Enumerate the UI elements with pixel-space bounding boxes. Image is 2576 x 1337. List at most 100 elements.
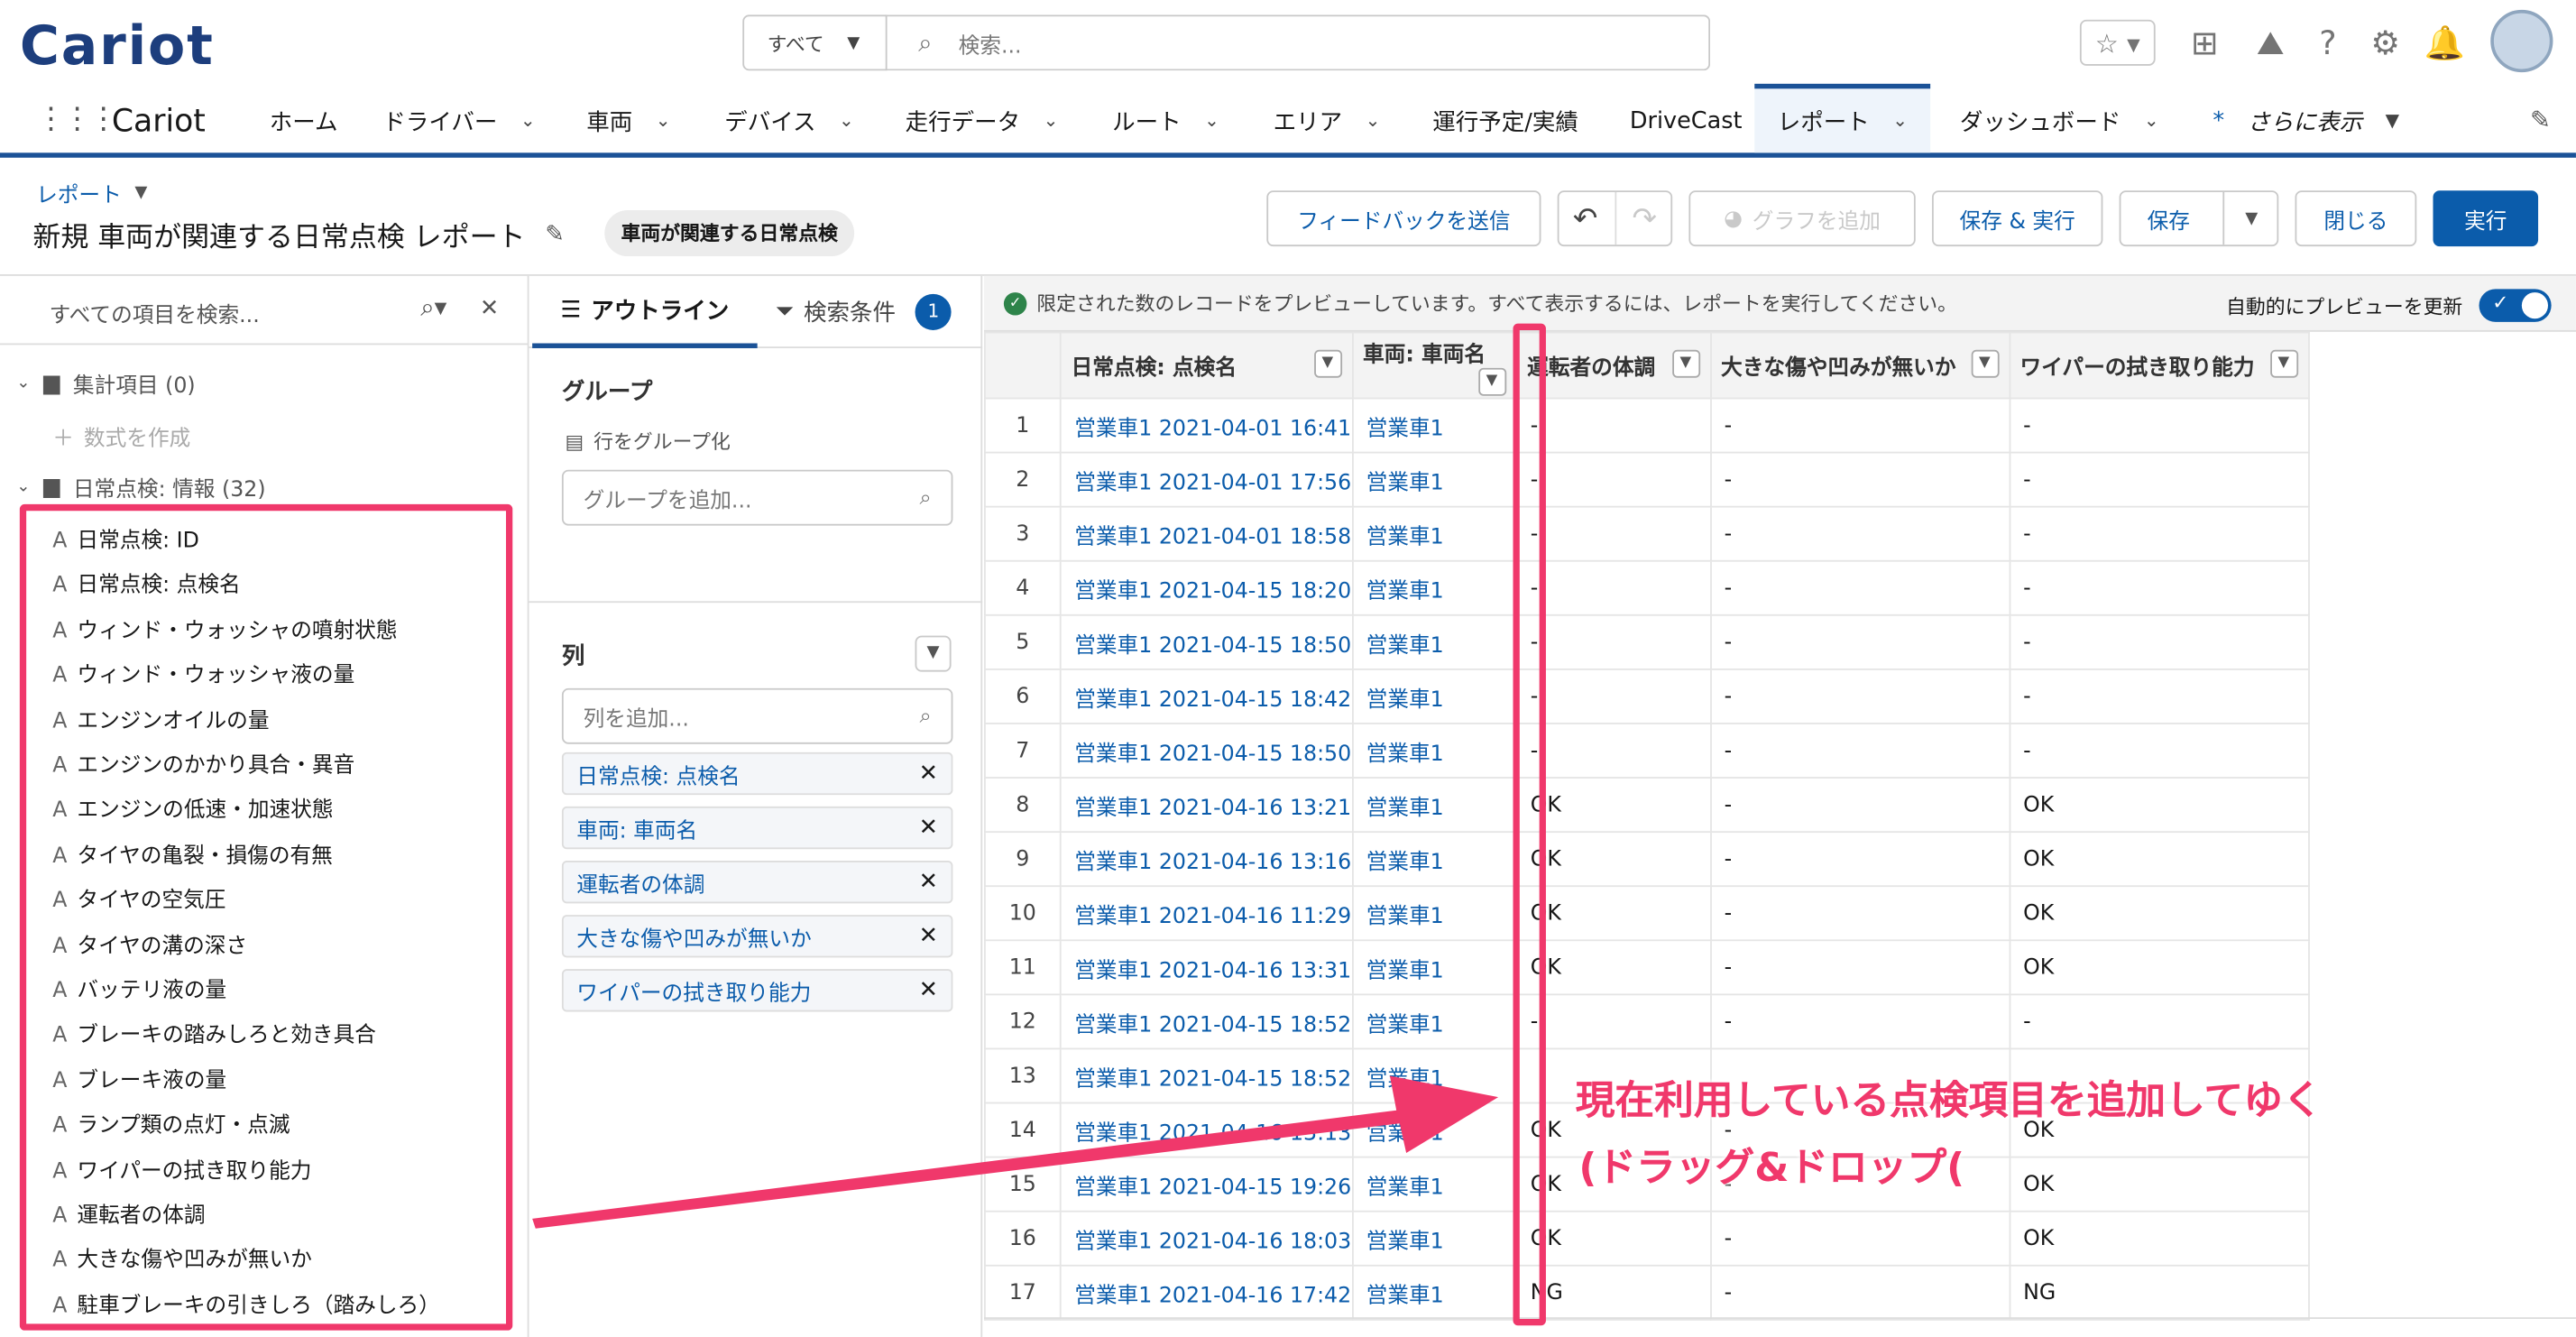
nav-item-more[interactable]: * さらに表示 ▼ — [2213, 88, 2399, 152]
edit-nav-pencil-icon[interactable]: ✎ — [2530, 106, 2551, 135]
record-link[interactable]: 営業車1 2021-04-16 18:03 — [1074, 1230, 1351, 1254]
chevron-down-icon[interactable]: ⌄ — [16, 374, 30, 392]
fields-search-input[interactable]: すべての項目を検索... — [50, 298, 260, 328]
remove-column-icon[interactable]: ✕ — [919, 923, 938, 949]
column-chip[interactable]: ワイパーの拭き取り能力 ✕ — [561, 969, 953, 1012]
record-link[interactable]: 営業車1 2021-04-15 18:50 — [1074, 633, 1351, 658]
record-link[interactable]: 営業車1 — [1366, 471, 1444, 495]
send-feedback-button[interactable]: フィードバックを送信 — [1266, 190, 1541, 247]
record-link[interactable]: 営業車1 — [1366, 796, 1444, 820]
undo-icon[interactable]: ↶ — [1573, 201, 1597, 235]
trailhead-icon[interactable]: ⛰ — [2248, 20, 2294, 66]
record-link[interactable]: 営業車1 — [1366, 1012, 1444, 1037]
user-avatar[interactable] — [2490, 9, 2553, 73]
remove-column-icon[interactable]: ✕ — [919, 761, 938, 787]
remove-column-icon[interactable]: ✕ — [919, 815, 938, 841]
record-link[interactable]: 営業車1 — [1366, 850, 1444, 874]
clear-search-icon[interactable]: ✕ — [480, 296, 499, 322]
group-inspection-fields[interactable]: ⌄ ▆ 日常点検: 情報 (32) — [16, 472, 265, 503]
record-link[interactable]: 営業車1 2021-04-16 13:21 — [1074, 796, 1351, 820]
redo-icon[interactable]: ↷ — [1633, 201, 1657, 235]
record-link[interactable]: 営業車1 — [1366, 417, 1444, 441]
record-link[interactable]: 営業車1 2021-04-15 18:20 — [1074, 579, 1351, 604]
edit-pencil-icon[interactable]: ✎ — [545, 221, 564, 247]
column-chip[interactable]: 運転者の体調 ✕ — [561, 860, 953, 904]
nav-item-reports[interactable]: レポート ⌄ — [1754, 83, 1931, 153]
record-link[interactable]: 営業車1 — [1366, 1121, 1444, 1146]
record-link[interactable]: 営業車1 2021-04-15 19:26 — [1074, 1176, 1351, 1200]
record-link[interactable]: 営業車1 — [1366, 525, 1444, 549]
columns-menu-chevron-icon[interactable]: ▼ — [915, 635, 952, 672]
nav-item-dashboards[interactable]: ダッシュボード ⌄ — [1960, 88, 2159, 152]
auto-preview-toggle[interactable]: 自動的にプレビューを更新 ✓ — [2226, 289, 2552, 322]
save-button[interactable]: 保存 ▼ — [2119, 190, 2279, 247]
remove-column-icon[interactable]: ✕ — [919, 869, 938, 895]
nav-item-driving-data[interactable]: 走行データ ⌄ — [906, 88, 1059, 152]
record-link[interactable]: 営業車1 — [1366, 958, 1444, 982]
run-button[interactable]: 実行 — [2433, 190, 2539, 247]
column-add-input[interactable]: 列を追加... ⌕ — [561, 687, 953, 744]
nav-item-home[interactable]: ホーム — [270, 88, 338, 152]
record-link[interactable]: 営業車1 2021-04-16 11:29 — [1074, 904, 1351, 928]
record-link[interactable]: 営業車1 2021-04-15 18:52 — [1074, 1066, 1351, 1091]
record-link[interactable]: 営業車1 — [1366, 687, 1444, 712]
record-link[interactable]: 営業車1 2021-04-16 13:16 — [1074, 850, 1351, 874]
column-menu-chevron-icon[interactable]: ▼ — [1477, 366, 1506, 395]
record-link[interactable]: 営業車1 — [1366, 904, 1444, 928]
global-add-icon[interactable]: ⊞ — [2182, 20, 2228, 66]
record-link[interactable]: 営業車1 2021-04-01 17:56 — [1074, 471, 1351, 495]
column-header[interactable]: 大きな傷や凹みが無いか ▼ — [1709, 331, 2010, 400]
favorites-star-icon[interactable]: ☆ ▾ — [2079, 19, 2156, 66]
record-link[interactable]: 営業車1 2021-04-16 17:42 — [1074, 1284, 1351, 1308]
column-chip[interactable]: 車両: 車両名 ✕ — [561, 806, 953, 850]
save-and-run-button[interactable]: 保存 & 実行 — [1931, 190, 2103, 247]
record-link[interactable]: 営業車1 2021-04-01 16:41 — [1074, 417, 1351, 441]
cariot-logo[interactable]: Cariot — [20, 14, 215, 78]
remove-column-icon[interactable]: ✕ — [919, 977, 938, 1003]
chevron-down-icon[interactable]: ▼ — [2386, 110, 2399, 132]
nav-item-devices[interactable]: デバイス ⌄ — [724, 88, 854, 152]
tab-filters[interactable]: ⏷ 検索条件 1 — [776, 276, 952, 348]
record-link[interactable]: 営業車1 — [1366, 1176, 1444, 1200]
nav-item-drivecast[interactable]: DriveCast — [1630, 88, 1743, 152]
close-button[interactable]: 閉じる — [2295, 190, 2417, 247]
column-chip[interactable]: 大きな傷や凹みが無いか ✕ — [561, 915, 953, 958]
record-link[interactable]: 営業車1 — [1366, 579, 1444, 604]
nav-item-vehicles[interactable]: 車両 ⌄ — [586, 88, 670, 152]
column-menu-chevron-icon[interactable]: ▼ — [1313, 349, 1342, 378]
notification-bell-icon[interactable]: 🔔 — [2422, 20, 2468, 66]
record-link[interactable]: 営業車1 2021-04-01 18:58 — [1074, 525, 1351, 549]
toggle-switch[interactable]: ✓ — [2479, 289, 2552, 322]
setup-gear-icon[interactable]: ⚙ — [2362, 20, 2408, 66]
group-formula-fields[interactable]: ⌄ ▆ 集計項目 (0) — [16, 368, 195, 399]
nav-item-drivers[interactable]: ドライバー ⌄ — [382, 88, 535, 152]
record-link[interactable]: 営業車1 2021-04-16 13:13 — [1074, 1121, 1351, 1146]
chevron-down-icon[interactable]: ⌄ — [839, 110, 854, 132]
record-link[interactable]: 営業車1 — [1366, 1230, 1444, 1254]
chevron-down-icon[interactable]: ⌄ — [1044, 110, 1059, 132]
column-menu-chevron-icon[interactable]: ▼ — [1970, 349, 1999, 378]
chevron-down-icon[interactable]: ⌄ — [520, 110, 536, 132]
nav-item-schedule[interactable]: 運行予定/実績 — [1432, 88, 1578, 152]
app-launcher-icon[interactable]: ⋮⋮⋮ — [36, 102, 118, 136]
column-header[interactable]: 車両: 車両名 ▼ — [1351, 331, 1518, 400]
chevron-down-icon[interactable]: ⌄ — [1204, 110, 1219, 132]
chevron-down-icon[interactable]: ⌄ — [16, 478, 30, 496]
record-link[interactable]: 営業車1 — [1366, 1284, 1444, 1308]
column-menu-chevron-icon[interactable]: ▼ — [1671, 349, 1700, 378]
group-add-input[interactable]: グループを追加... ⌕ — [561, 469, 953, 526]
chevron-down-icon[interactable]: ⌄ — [1892, 110, 1908, 132]
record-link[interactable]: 営業車1 — [1366, 633, 1444, 658]
record-link[interactable]: 営業車1 2021-04-16 13:31 — [1074, 958, 1351, 982]
create-formula-button[interactable]: ＋数式を作成 — [52, 420, 190, 451]
column-chip[interactable]: 日常点検: 点検名 ✕ — [561, 751, 953, 796]
search-scope-select[interactable]: すべて ▼ — [742, 14, 888, 71]
record-link[interactable]: 営業車1 2021-04-15 18:52 — [1074, 1012, 1351, 1037]
global-search-input[interactable]: ⌕ 検索... — [885, 14, 1711, 71]
column-header[interactable]: 日常点検: 点検名 ▼ — [1059, 331, 1354, 400]
column-header[interactable]: ワイパーの拭き取り能力 ▼ — [2008, 331, 2310, 400]
record-link[interactable]: 営業車1 2021-04-15 18:42 — [1074, 687, 1351, 712]
record-link[interactable]: 営業車1 — [1366, 1066, 1444, 1091]
record-link[interactable]: 営業車1 — [1366, 742, 1444, 766]
search-icon[interactable]: ⌕▾ — [420, 292, 446, 322]
